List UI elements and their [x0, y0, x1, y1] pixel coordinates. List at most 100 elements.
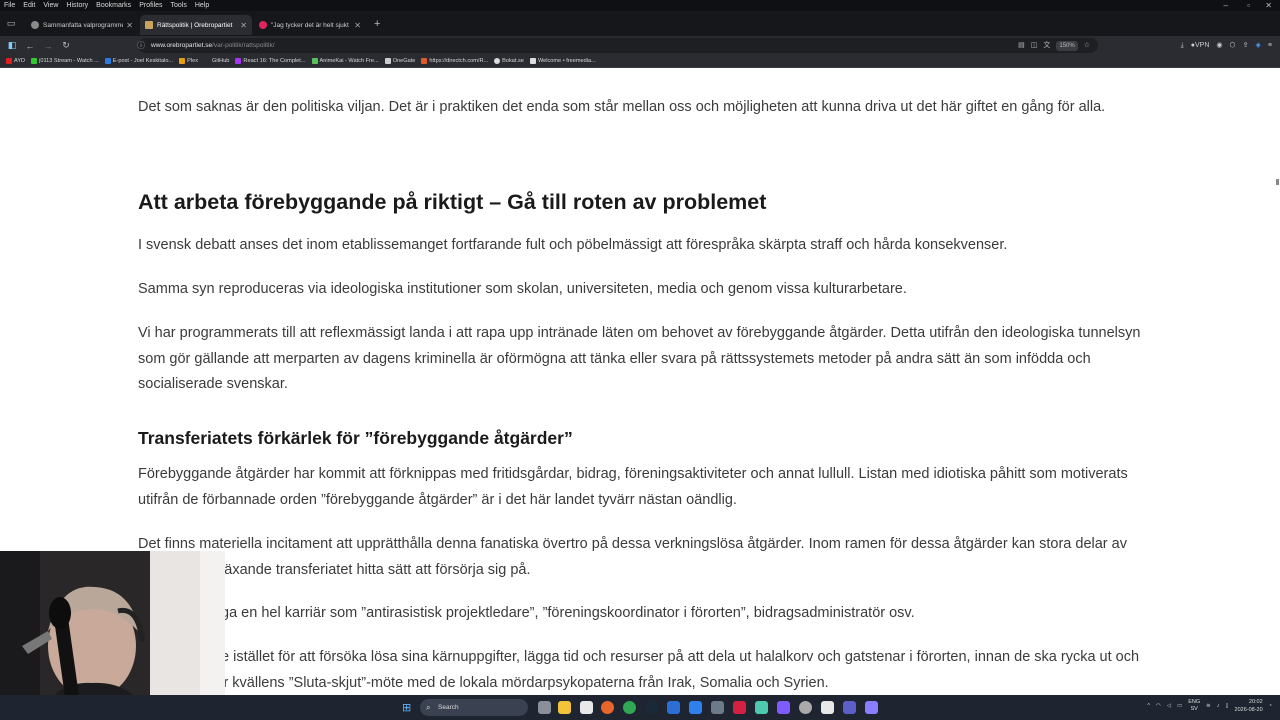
tab-close-icon[interactable]: ✕: [240, 21, 247, 30]
extension-icon[interactable]: ◈: [1256, 38, 1261, 53]
paragraph: I svensk debatt anses det inom etablisse…: [138, 237, 1008, 253]
url-bar[interactable]: ⓘ www.orebropartiet.se/var-politik/ratts…: [137, 38, 1098, 53]
bookmark-icon: [235, 58, 242, 64]
battery-icon[interactable]: ▭: [1177, 703, 1182, 709]
new-tab-icon[interactable]: +: [374, 18, 380, 30]
extensions-icon[interactable]: ⬡: [1230, 38, 1236, 53]
menu-tools[interactable]: Tools: [167, 0, 191, 11]
translate-icon[interactable]: 文: [1043, 38, 1050, 53]
back-icon[interactable]: ←: [21, 41, 39, 51]
tab-rattspolitik[interactable]: Rättspolitik | Örebropartiet ✕: [140, 15, 252, 35]
bookmark-icon: [104, 58, 111, 64]
bookmark-icon: [311, 58, 318, 64]
file-explorer-icon[interactable]: [558, 701, 571, 714]
bookmark-icon: [6, 58, 12, 64]
tab-close-icon[interactable]: ✕: [126, 21, 133, 30]
taskbar-search[interactable]: ⌕ Search: [420, 699, 528, 716]
notification-icon[interactable]: ◔: [1269, 703, 1272, 709]
clock[interactable]: 20:02 2026-08-20: [1235, 698, 1263, 714]
forward-icon[interactable]: →: [39, 41, 57, 51]
menu-history[interactable]: History: [62, 0, 92, 11]
site-info-icon[interactable]: ⓘ: [137, 38, 145, 53]
reader-icon[interactable]: ▤: [1018, 38, 1025, 53]
bookmark-icon: [204, 58, 210, 64]
paragraph: Man kan bygga en hel karriär som ”antira…: [138, 605, 915, 621]
tab-jag-tycker[interactable]: "Jag tycker det är helt sjukt att ✕: [254, 15, 366, 35]
bookmark-item[interactable]: GitHub: [204, 58, 229, 64]
tab-close-icon[interactable]: ✕: [354, 21, 361, 30]
app-icon[interactable]: [733, 701, 746, 714]
app-icon[interactable]: [755, 701, 768, 714]
paragraph: Samma syn reproduceras via ideologiska i…: [138, 281, 907, 297]
screenshot-icon[interactable]: ◫: [1031, 38, 1038, 53]
bookmark-icon: [421, 58, 428, 64]
volume-icon[interactable]: ◁: [1167, 703, 1171, 709]
share-icon[interactable]: ⇪: [1243, 38, 1249, 53]
tab-title: "Jag tycker det är helt sjukt att: [271, 21, 352, 29]
close-window-icon[interactable]: ✕: [1265, 0, 1272, 11]
sidebar-toggle-icon[interactable]: ◧: [3, 40, 21, 51]
bookmark-item[interactable]: React 16: The Complet...: [235, 58, 306, 64]
bookmark-icon: [384, 58, 391, 64]
menu-help[interactable]: Help: [191, 0, 213, 11]
minimize-icon[interactable]: –: [1224, 0, 1228, 11]
steam-icon[interactable]: [645, 701, 658, 714]
menu-view[interactable]: View: [39, 0, 62, 11]
task-view-icon[interactable]: [538, 701, 551, 714]
restore-icon[interactable]: ▫: [1247, 0, 1250, 11]
reload-icon[interactable]: ↻: [57, 40, 75, 51]
app-icon[interactable]: [865, 701, 878, 714]
subsection-heading: Transferiatets förkärlek för ”förebyggan…: [138, 428, 573, 448]
bookmark-item[interactable]: Welcome • freemedia...: [529, 58, 596, 64]
menu-edit[interactable]: Edit: [19, 0, 39, 11]
menu-icon[interactable]: ≡: [1268, 38, 1272, 53]
scrollbar-thumb[interactable]: [1276, 179, 1279, 185]
vpn-label: VPN: [1195, 42, 1210, 49]
tab-favicon-icon: [145, 21, 153, 29]
speaker-icon[interactable]: ♪: [1217, 703, 1220, 709]
network-icon[interactable]: ◠: [1156, 703, 1161, 709]
menu-profiles[interactable]: Profiles: [135, 0, 166, 11]
windows-start-icon[interactable]: ⊞: [402, 701, 411, 714]
app-icon[interactable]: [821, 701, 834, 714]
bookmark-item[interactable]: E-post - Joel Keskitalo...: [104, 58, 173, 64]
teams-icon[interactable]: [843, 701, 856, 714]
bookmark-item[interactable]: https://directch.com/R...: [421, 58, 488, 64]
bookmark-item[interactable]: Bokat.se: [494, 58, 524, 64]
profile-icon[interactable]: ◉: [1216, 38, 1222, 53]
notepad-icon[interactable]: [580, 701, 593, 714]
power-icon[interactable]: ▯: [1226, 703, 1229, 709]
discord-icon[interactable]: [777, 701, 790, 714]
vscode-icon[interactable]: [689, 701, 702, 714]
bookmark-item[interactable]: j0113 Stream - Watch ...: [31, 58, 99, 64]
obs-icon[interactable]: [799, 701, 812, 714]
firefox-icon[interactable]: [601, 701, 614, 714]
menu-bookmarks[interactable]: Bookmarks: [92, 0, 135, 11]
paragraph: Det finns materiella incitament att uppr…: [138, 536, 1127, 578]
language-indicator[interactable]: ENG SV: [1188, 699, 1200, 713]
tab-title: Sammanfatta valprogrammet: [43, 21, 124, 29]
tab-sammanfatta[interactable]: Sammanfatta valprogrammet ✕: [26, 15, 138, 35]
bookmark-item[interactable]: OneGate: [384, 58, 415, 64]
zoom-level[interactable]: 150%: [1056, 40, 1078, 51]
download-icon[interactable]: ⤓: [1181, 38, 1184, 53]
app-icon[interactable]: [711, 701, 724, 714]
bookmark-label: AYD: [14, 58, 26, 64]
vpn-badge[interactable]: ●VPN: [1191, 38, 1210, 53]
app-icon[interactable]: [667, 701, 680, 714]
bookmark-item[interactable]: AnimeKai - Watch Fre...: [311, 58, 379, 64]
tray-chevron-icon[interactable]: ^: [1147, 703, 1150, 709]
bookmark-star-icon[interactable]: ☆: [1084, 38, 1090, 53]
bookmark-icon: [494, 58, 501, 64]
menu-file[interactable]: File: [0, 0, 19, 11]
tab-menu-icon[interactable]: ▭: [2, 18, 20, 29]
taskbar: ⊞ ⌕ Search ^ ◠ ◁ ▭ ENG SV ≋ ♪ ▯ 20:02 2026…: [0, 695, 1280, 720]
bookmark-label: GitHub: [212, 58, 230, 64]
bookmark-label: React 16: The Complet...: [243, 58, 306, 64]
bookmark-item[interactable]: AYD: [6, 58, 25, 64]
section-heading: Att arbeta förebyggande på riktigt – Gå …: [138, 190, 767, 214]
bookmark-item[interactable]: Plex: [179, 58, 198, 64]
wifi-icon[interactable]: ≋: [1206, 703, 1211, 709]
chrome-icon[interactable]: [623, 701, 636, 714]
system-tray: ^ ◠ ◁ ▭ ENG SV ≋ ♪ ▯ 20:02 2026-08-20 ◔: [1147, 698, 1272, 714]
